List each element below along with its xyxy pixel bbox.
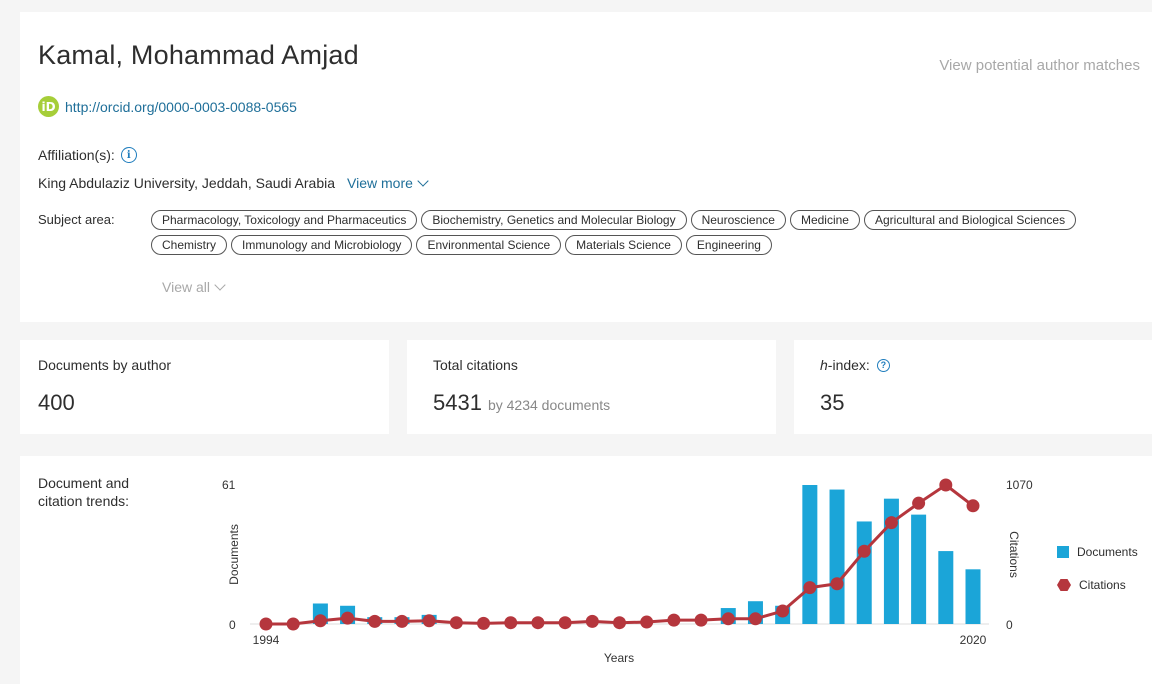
citations-point [613, 616, 626, 630]
documents-bar [965, 569, 981, 624]
subject-tag[interactable]: Biochemistry, Genetics and Molecular Bio… [421, 210, 687, 230]
chevron-down-icon [417, 174, 429, 187]
subject-tag[interactable]: Agricultural and Biological Sciences [863, 210, 1077, 230]
info-icon[interactable]: i [120, 147, 137, 163]
view-potential-author-matches-link[interactable]: View potential author matches [939, 57, 1140, 74]
x-axis-end-tick: 2020 [960, 633, 987, 647]
x-axis-title: Years [604, 651, 634, 665]
documents-bar [829, 489, 845, 624]
h-index-metric-card[interactable]: h-index: ? 35 [794, 340, 1152, 434]
subject-tag[interactable]: Chemistry [151, 235, 228, 255]
left-axis-min-tick: 0 [229, 618, 236, 632]
view-more-label: View more [347, 175, 413, 191]
subject-tag[interactable]: Pharmacology, Toxicology and Pharmaceuti… [151, 210, 418, 230]
citations-point [395, 614, 409, 628]
trends-chart: 61 0 1070 0 1994 2020 Years Documents Citations [222, 478, 1033, 665]
document-citation-trends-card: Document and citation trends: 61 0 1070 0 19… [20, 456, 1152, 684]
chevron-down-icon [214, 278, 226, 291]
citations-point [286, 617, 300, 631]
right-axis-title: Citations [1007, 531, 1021, 578]
legend-documents-swatch [1057, 546, 1069, 558]
citations-point [912, 496, 926, 510]
h-index-value: 35 [820, 390, 845, 415]
affiliation-label-row: Affiliation(s): i [38, 147, 137, 163]
citations-point [748, 612, 762, 626]
orcid-link[interactable]: http://orcid.org/0000-0003-0088-0565 [65, 99, 297, 115]
legend-documents-label: Documents [1077, 545, 1138, 559]
h-index-label-italic: h [820, 357, 828, 373]
view-all-label: View all [162, 279, 210, 295]
legend-citations-label: Citations [1079, 578, 1126, 592]
subject-area-label: Subject area: [38, 212, 115, 227]
citations-point [585, 614, 599, 628]
citations-value-row: 5431 by 4234 documents [433, 390, 610, 416]
documents-count: 400 [38, 390, 75, 415]
x-axis-start-tick: 1994 [253, 633, 280, 647]
documents-bar [911, 514, 927, 624]
subject-tag[interactable]: Neuroscience [690, 210, 786, 230]
subject-tag[interactable]: Engineering [685, 235, 772, 255]
citations-point [313, 614, 327, 628]
subject-tag[interactable]: Immunology and Microbiology [231, 235, 413, 255]
citations-point [422, 614, 436, 628]
citations-point [857, 544, 871, 558]
citing-documents-count: by 4234 documents [487, 397, 611, 413]
left-axis-title: Documents [227, 524, 241, 585]
citations-point [477, 616, 491, 630]
view-more-affiliations-button[interactable]: View more [347, 174, 429, 191]
citations-metric-card[interactable]: Total citations 5431 by 4234 documents [407, 340, 776, 434]
citations-point [449, 616, 463, 630]
total-citations-count: 5431 [433, 390, 482, 415]
subject-tag[interactable]: Medicine [789, 210, 860, 230]
legend-citations[interactable]: Citations [1057, 578, 1138, 592]
documents-bar [938, 551, 954, 624]
orcid-icon: iD [38, 96, 59, 117]
h-index-label-text: -index: [827, 357, 870, 373]
chart-legend: Documents Citations [1057, 545, 1138, 611]
citations-point [558, 616, 572, 630]
legend-citations-swatch [1057, 579, 1071, 591]
citations-point [368, 614, 382, 628]
orcid-row: iD http://orcid.org/0000-0003-0088-0565 [38, 96, 297, 117]
subject-tag[interactable]: Environmental Science [416, 235, 562, 255]
documents-by-author-label: Documents by author [38, 357, 172, 373]
citations-point [341, 611, 355, 625]
total-citations-label: Total citations [433, 357, 518, 373]
affiliation-row: King Abdulaziz University, Jeddah, Saudi… [38, 174, 429, 191]
right-axis-min-tick: 0 [1006, 618, 1013, 632]
citations-point [504, 616, 518, 630]
citations-point [939, 478, 953, 492]
affiliation-label: Affiliation(s): [38, 147, 115, 163]
view-all-subjects-button[interactable]: View all [162, 278, 226, 295]
citations-point [259, 617, 273, 631]
help-icon[interactable]: ? [876, 358, 890, 372]
h-index-label: h-index: ? [820, 357, 890, 373]
citations-point [776, 604, 790, 618]
subject-tag[interactable]: Materials Science [565, 235, 682, 255]
left-axis-max-tick: 61 [222, 478, 236, 492]
affiliation-text: King Abdulaziz University, Jeddah, Saudi… [38, 175, 336, 191]
author-profile-card: Kamal, Mohammad Amjad View potential aut… [20, 12, 1152, 322]
citations-point [803, 581, 817, 595]
citations-point [531, 616, 545, 630]
right-axis-max-tick: 1070 [1006, 478, 1033, 492]
citations-point [694, 613, 708, 627]
subject-area-tags: Pharmacology, Toxicology and Pharmaceuti… [151, 210, 1141, 255]
legend-documents[interactable]: Documents [1057, 545, 1138, 559]
citations-point [830, 577, 844, 591]
citations-point [721, 612, 735, 626]
documents-metric-card[interactable]: Documents by author 400 [20, 340, 389, 434]
author-name: Kamal, Mohammad Amjad [38, 40, 359, 70]
citations-point [667, 613, 681, 627]
citations-point [884, 516, 898, 530]
citations-point [966, 499, 980, 513]
documents-bar [856, 521, 872, 624]
documents-bar [802, 485, 818, 624]
citations-point [640, 615, 654, 629]
